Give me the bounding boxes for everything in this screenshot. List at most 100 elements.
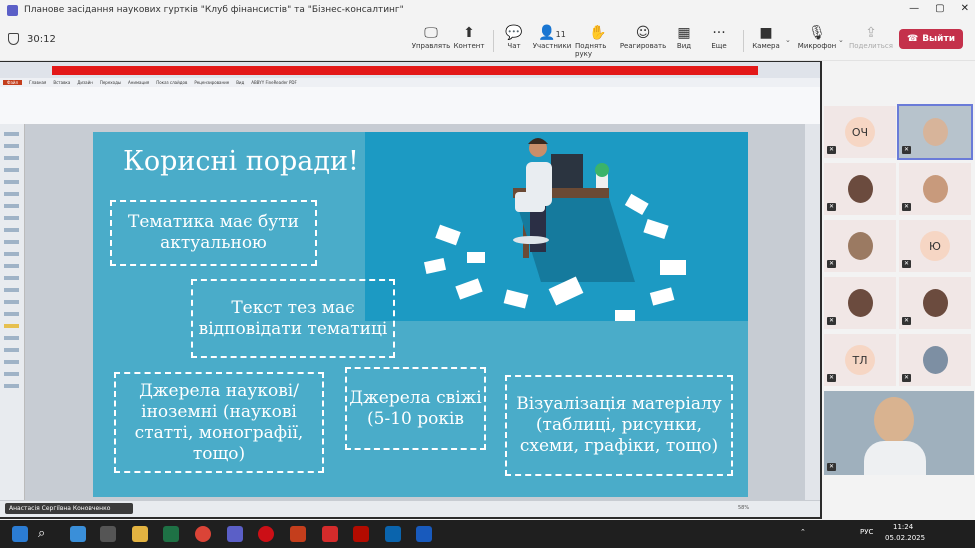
outlook-icon[interactable] xyxy=(385,526,401,542)
participant-tile[interactable]: ✕ xyxy=(899,163,971,215)
camera-button[interactable]: ■ Камера xyxy=(743,25,789,50)
slide-thumbnail[interactable] xyxy=(4,372,19,376)
camera-options-chevron-icon[interactable]: ⌄ xyxy=(785,36,791,44)
slide-thumbnail[interactable] xyxy=(4,360,19,364)
participant-tile[interactable]: ОЧ ✕ xyxy=(824,106,896,158)
participant-tile[interactable]: ТЛ ✕ xyxy=(824,334,896,386)
pdf-icon[interactable] xyxy=(353,526,369,542)
mic-off-icon: ✕ xyxy=(827,463,836,471)
mic-button[interactable]: 🎙 Микрофон xyxy=(794,25,840,50)
slide-thumbnail[interactable] xyxy=(4,228,19,232)
clock-date[interactable]: 05.02.2025 xyxy=(885,534,925,542)
timer-text: 30:12 xyxy=(27,33,56,45)
leave-button[interactable]: ☎ Выйти xyxy=(899,29,963,49)
share-button[interactable]: ⇪ Поделиться xyxy=(848,25,894,50)
mic-options-chevron-icon[interactable]: ⌄ xyxy=(838,36,844,44)
language-indicator[interactable]: РУС xyxy=(860,528,873,536)
ppt-tab-abbyy[interactable]: ABBYY FineReader PDF xyxy=(251,80,297,85)
slide-thumbnail[interactable] xyxy=(4,156,19,160)
slide-thumbnail[interactable] xyxy=(4,144,19,148)
mic-off-icon: ✕ xyxy=(902,203,911,211)
zoom-level: 58% xyxy=(738,505,750,511)
maximize-button[interactable]: ▢ xyxy=(935,3,944,14)
grid-icon: ▦ xyxy=(677,25,691,41)
slide-title: Корисні поради! xyxy=(123,146,359,177)
mic-label: Микрофон xyxy=(797,42,837,50)
participant-tile-active[interactable]: ✕ xyxy=(897,104,973,160)
participants-label: Участники xyxy=(532,42,572,50)
slide-thumbnail[interactable] xyxy=(4,132,19,136)
acrobat-icon[interactable] xyxy=(322,526,338,542)
teams-taskbar-icon[interactable] xyxy=(227,526,243,542)
slide-thumbnail[interactable] xyxy=(4,168,19,172)
tray-chevron-icon[interactable]: ⌃ xyxy=(800,528,806,536)
slide-thumbnail[interactable] xyxy=(4,336,19,340)
participant-avatar xyxy=(923,346,948,374)
clock-time[interactable]: 11:24 xyxy=(893,523,913,531)
file-explorer-icon[interactable] xyxy=(132,526,148,542)
ppt-tab-home[interactable]: Главная xyxy=(29,80,46,85)
slide-thumbnail[interactable] xyxy=(4,312,19,316)
task-view-icon[interactable] xyxy=(100,526,116,542)
share-label: Поделиться xyxy=(849,42,893,50)
windows-start-icon[interactable] xyxy=(12,526,28,542)
slide-thumbnail[interactable] xyxy=(4,204,19,208)
slide-thumbnail[interactable] xyxy=(4,192,19,196)
participant-video xyxy=(874,397,914,443)
participant-avatar xyxy=(923,289,948,317)
ppt-tab-animation[interactable]: Анимация xyxy=(128,80,149,85)
ppt-tab-view[interactable]: Вид xyxy=(236,80,244,85)
ppt-tab-slideshow[interactable]: Показ слайдов xyxy=(156,80,187,85)
participant-tile[interactable]: ✕ xyxy=(899,277,971,329)
slide-thumbnail[interactable] xyxy=(4,300,19,304)
leave-label: Выйти xyxy=(922,34,956,44)
raise-hand-label: Поднять руку xyxy=(575,42,607,58)
participant-tile[interactable]: Ю ✕ xyxy=(899,220,971,272)
chat-label: Чат xyxy=(507,42,521,50)
view-label: Вид xyxy=(676,42,692,50)
ppt-scrollbar[interactable] xyxy=(805,124,820,500)
content-button[interactable]: ⬆ Контент xyxy=(446,25,492,50)
manage-label: Управлять xyxy=(411,42,451,50)
powerpoint-icon[interactable] xyxy=(290,526,306,542)
slide-thumbnail-selected[interactable] xyxy=(4,324,19,328)
raise-hand-button[interactable]: ✋ Поднять руку xyxy=(575,25,621,58)
slide-thumbnail[interactable] xyxy=(4,240,19,244)
edge-icon[interactable] xyxy=(70,526,86,542)
opera-icon[interactable] xyxy=(258,526,274,542)
participant-avatar xyxy=(848,175,873,203)
search-icon[interactable]: ⌕ xyxy=(38,526,54,542)
participant-video-large[interactable]: ✕ xyxy=(824,391,974,475)
react-button[interactable]: ☺ Реагировать xyxy=(620,25,666,50)
participant-initials: ТЛ xyxy=(845,345,875,375)
slide-thumbnail[interactable] xyxy=(4,264,19,268)
tip-box: Візуалізація матеріалу (таблиці, рисунки… xyxy=(505,375,733,476)
more-button[interactable]: ··· Еще xyxy=(696,25,742,50)
participant-tile[interactable]: ✕ xyxy=(824,277,896,329)
minimize-button[interactable]: — xyxy=(909,3,919,14)
slide-thumbnail[interactable] xyxy=(4,384,19,388)
slide-thumbnail[interactable] xyxy=(4,216,19,220)
slide-thumbnail[interactable] xyxy=(4,252,19,256)
slide-thumbnail[interactable] xyxy=(4,180,19,184)
slide-thumbnail[interactable] xyxy=(4,348,19,352)
participant-tile[interactable]: ✕ xyxy=(899,334,971,386)
word-icon[interactable] xyxy=(416,526,432,542)
chrome-icon[interactable] xyxy=(195,526,211,542)
ppt-tab-design[interactable]: Дизайн xyxy=(77,80,93,85)
participants-button[interactable]: 👤11 Участники xyxy=(529,25,575,50)
slide-thumbnail[interactable] xyxy=(4,276,19,280)
participant-avatar xyxy=(923,175,948,203)
close-button[interactable]: ✕ xyxy=(961,3,969,14)
ppt-tab-file[interactable]: Файл xyxy=(3,80,23,85)
participant-tile[interactable]: ✕ xyxy=(824,163,896,215)
ppt-tab-insert[interactable]: Вставка xyxy=(53,80,70,85)
mic-off-icon: 🎙 xyxy=(808,25,826,41)
participant-tile[interactable]: ✕ xyxy=(824,220,896,272)
ppt-tab-transitions[interactable]: Переходы xyxy=(100,80,121,85)
excel-icon[interactable] xyxy=(163,526,179,542)
ppt-tab-review[interactable]: Рецензирование xyxy=(194,80,229,85)
ppt-slide-thumbnails[interactable] xyxy=(0,124,25,500)
participant-initials: Ю xyxy=(920,231,950,261)
slide-thumbnail[interactable] xyxy=(4,288,19,292)
